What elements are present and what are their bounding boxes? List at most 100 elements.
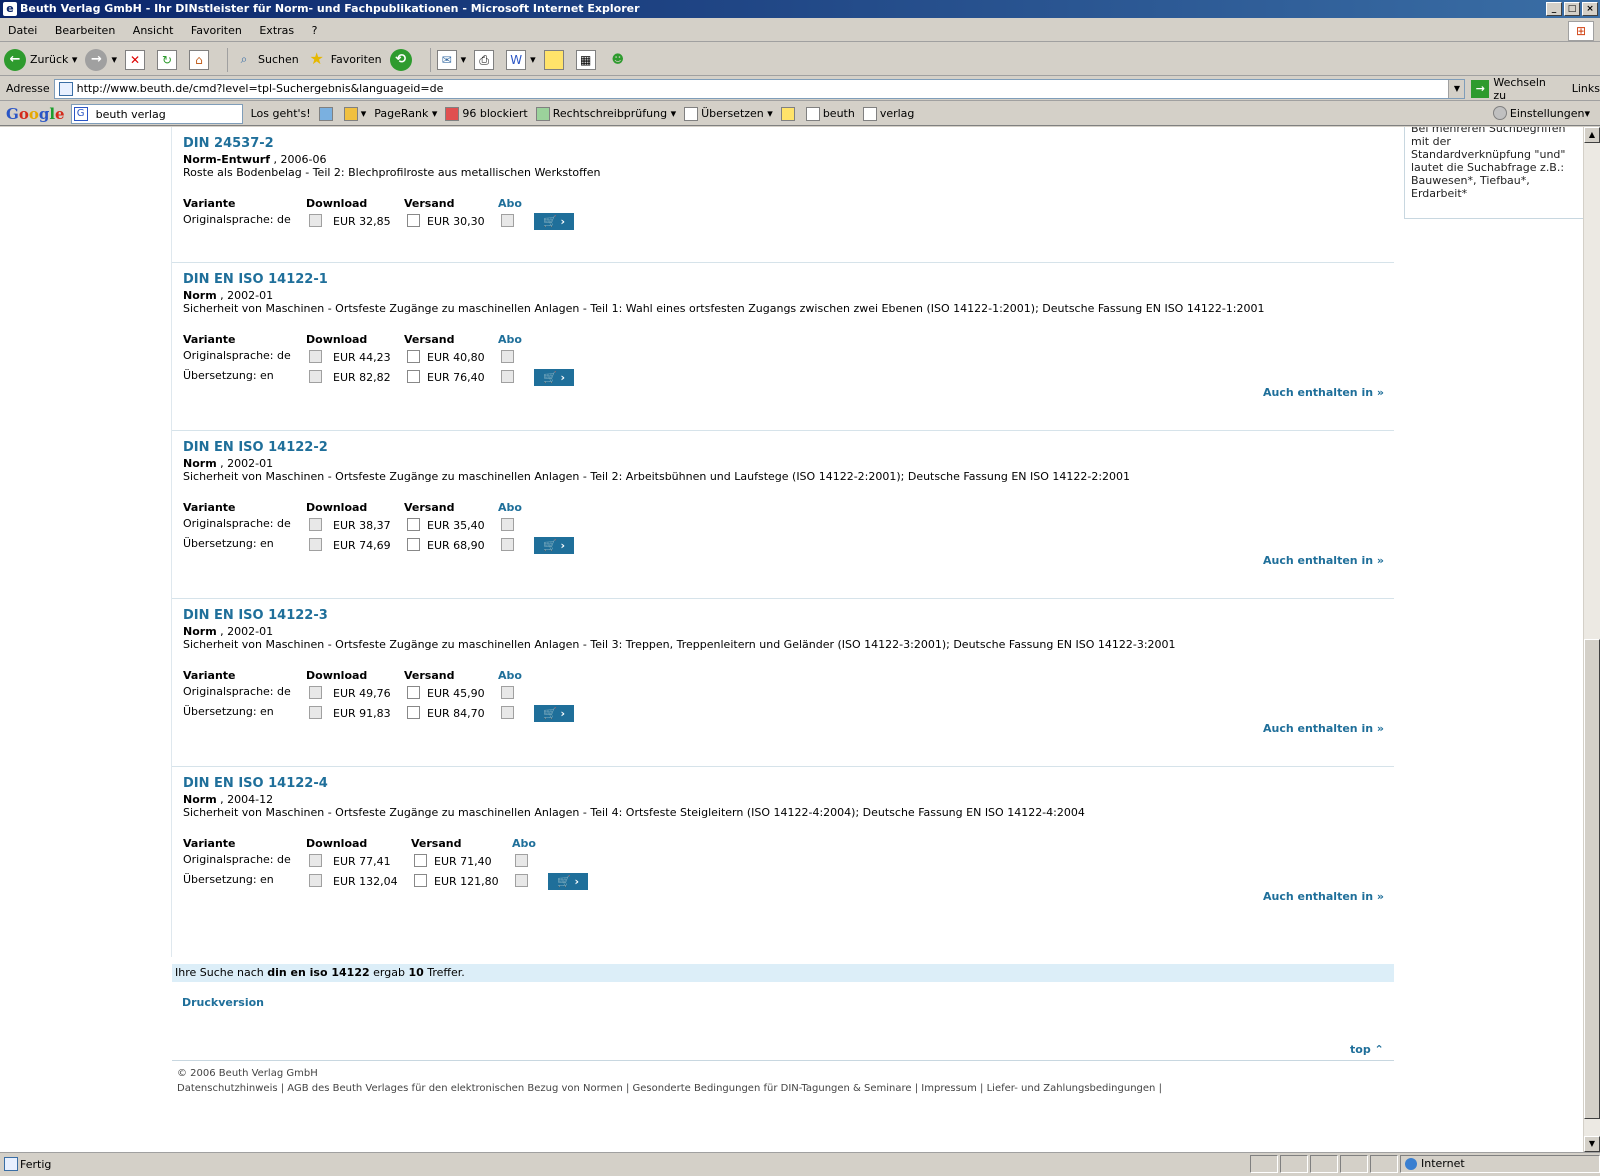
forward-button[interactable]: → ▾ [85,48,117,71]
footer-links[interactable]: Datenschutzhinweis | AGB des Beuth Verla… [177,1083,1162,1094]
row-label: Übersetzung: en [183,537,274,550]
abo-checkbox[interactable] [501,214,514,227]
google-settings-button[interactable]: Einstellungen ▾ [1492,106,1590,120]
abo-checkbox[interactable] [515,874,528,887]
vertical-scrollbar[interactable]: ▲ ▼ [1583,127,1600,1152]
col-download: Download [306,333,368,346]
top-link[interactable]: top ⌃ [1350,1043,1384,1056]
minimize-button[interactable]: _ [1546,2,1562,16]
auch-enthalten-link[interactable]: Auch enthalten in » [1263,890,1384,903]
go-button[interactable]: → Wechseln zu [1471,76,1561,102]
download-checkbox[interactable] [309,518,322,531]
add-to-cart-button[interactable]: 🛒 › [534,369,574,386]
entry-title-link[interactable]: DIN EN ISO 14122-4 [183,776,328,791]
find-term-verlag[interactable]: verlag [862,106,914,121]
print-button[interactable]: ⎙ [474,49,498,70]
history-button[interactable]: ⟲ [389,48,416,71]
auch-enthalten-link[interactable]: Auch enthalten in » [1263,386,1384,399]
back-button[interactable]: ← Zurück ▾ [4,48,77,71]
translate-button[interactable]: Übersetzen ▾ [684,106,773,121]
menu-favoriten[interactable]: Favoriten [183,20,248,37]
add-to-cart-button[interactable]: 🛒 › [534,213,574,230]
entry-title-link[interactable]: DIN EN ISO 14122-3 [183,608,328,623]
versand-checkbox[interactable] [414,854,427,867]
status-cell [1310,1155,1338,1173]
versand-checkbox[interactable] [407,370,420,383]
print-version-link[interactable]: Druckversion [182,996,264,1009]
versand-checkbox[interactable] [407,518,420,531]
download-checkbox[interactable] [309,854,322,867]
note-button[interactable] [543,49,568,70]
entry-title-link[interactable]: DIN EN ISO 14122-2 [183,440,328,455]
versand-checkbox[interactable] [407,350,420,363]
research-button[interactable]: ▦ [575,49,600,70]
entry-title-link[interactable]: DIN 24537-2 [183,136,274,151]
google-images-button[interactable]: ▾ [343,106,366,121]
google-search-input[interactable]: G beuth verlag [70,103,243,124]
entry-title-link[interactable]: DIN EN ISO 14122-1 [183,272,328,287]
highlight-button[interactable] [780,106,798,121]
mail-button[interactable]: ✉ ▾ [436,49,466,70]
pagerank-indicator[interactable]: PageRank ▾ [374,107,437,120]
menu-datei[interactable]: Datei [0,20,43,37]
versand-checkbox[interactable] [414,874,427,887]
add-to-cart-button[interactable]: 🛒 › [534,705,574,722]
abo-checkbox[interactable] [501,350,514,363]
download-checkbox[interactable] [309,214,322,227]
menu-bearbeiten[interactable]: Bearbeiten [47,20,121,37]
scroll-down-button[interactable]: ▼ [1584,1136,1600,1152]
maximize-button[interactable]: □ [1564,2,1580,16]
add-to-cart-button[interactable]: 🛒 › [548,873,588,890]
abo-checkbox[interactable] [501,538,514,551]
row-label: Originalsprache: de [183,517,291,530]
abo-checkbox[interactable] [515,854,528,867]
col-abo-link[interactable]: Abo [498,501,522,514]
abo-checkbox[interactable] [501,370,514,383]
auch-enthalten-link[interactable]: Auch enthalten in » [1263,722,1384,735]
add-to-cart-button[interactable]: 🛒 › [534,537,574,554]
address-input[interactable]: http://www.beuth.de/cmd?level=tpl-Sucher… [53,78,1466,99]
spellcheck-button[interactable]: Rechtschreibprüfung ▾ [535,106,676,121]
research-icon: ▦ [575,49,596,70]
refresh-button[interactable]: ↻ [156,49,181,70]
abo-checkbox[interactable] [501,706,514,719]
home-button[interactable]: ⌂ [188,49,213,70]
col-abo-link[interactable]: Abo [498,197,522,210]
home-icon: ⌂ [188,49,209,70]
edit-button[interactable]: W ▾ [506,49,536,70]
download-checkbox[interactable] [309,686,322,699]
close-button[interactable]: × [1582,2,1598,16]
abo-checkbox[interactable] [501,686,514,699]
messenger-button[interactable]: ☻ [608,50,632,70]
scroll-up-button[interactable]: ▲ [1584,127,1600,143]
download-checkbox[interactable] [309,370,322,383]
row-label: Übersetzung: en [183,705,274,718]
menu-help[interactable]: ? [304,20,324,37]
google-search-button[interactable]: Los geht's! [251,107,311,120]
versand-checkbox[interactable] [407,214,420,227]
col-abo-link[interactable]: Abo [512,837,536,850]
stop-button[interactable]: ✕ [124,49,149,70]
versand-checkbox[interactable] [407,686,420,699]
search-button[interactable]: ⌕ Suchen [234,50,299,70]
versand-checkbox[interactable] [407,538,420,551]
menu-ansicht[interactable]: Ansicht [125,20,180,37]
col-abo-link[interactable]: Abo [498,333,522,346]
chevron-down-icon[interactable]: ▼ [1448,79,1465,98]
col-abo-link[interactable]: Abo [498,669,522,682]
scroll-thumb[interactable] [1584,639,1600,1119]
download-checkbox[interactable] [309,350,322,363]
google-news-button[interactable] [318,106,336,121]
abo-checkbox[interactable] [501,518,514,531]
popup-blocker[interactable]: 96 blockiert [445,106,528,121]
download-checkbox[interactable] [309,538,322,551]
auch-enthalten-link[interactable]: Auch enthalten in » [1263,554,1384,567]
find-term-beuth[interactable]: beuth [805,106,855,121]
download-checkbox[interactable] [309,874,322,887]
links-button[interactable]: Links [1572,82,1600,95]
versand-checkbox[interactable] [407,706,420,719]
favorites-button[interactable]: ★ Favoriten [307,49,382,70]
menu-extras[interactable]: Extras [251,20,300,37]
search-result-summary: Ihre Suche nach din en iso 14122 ergab 1… [172,964,1394,982]
download-checkbox[interactable] [309,706,322,719]
